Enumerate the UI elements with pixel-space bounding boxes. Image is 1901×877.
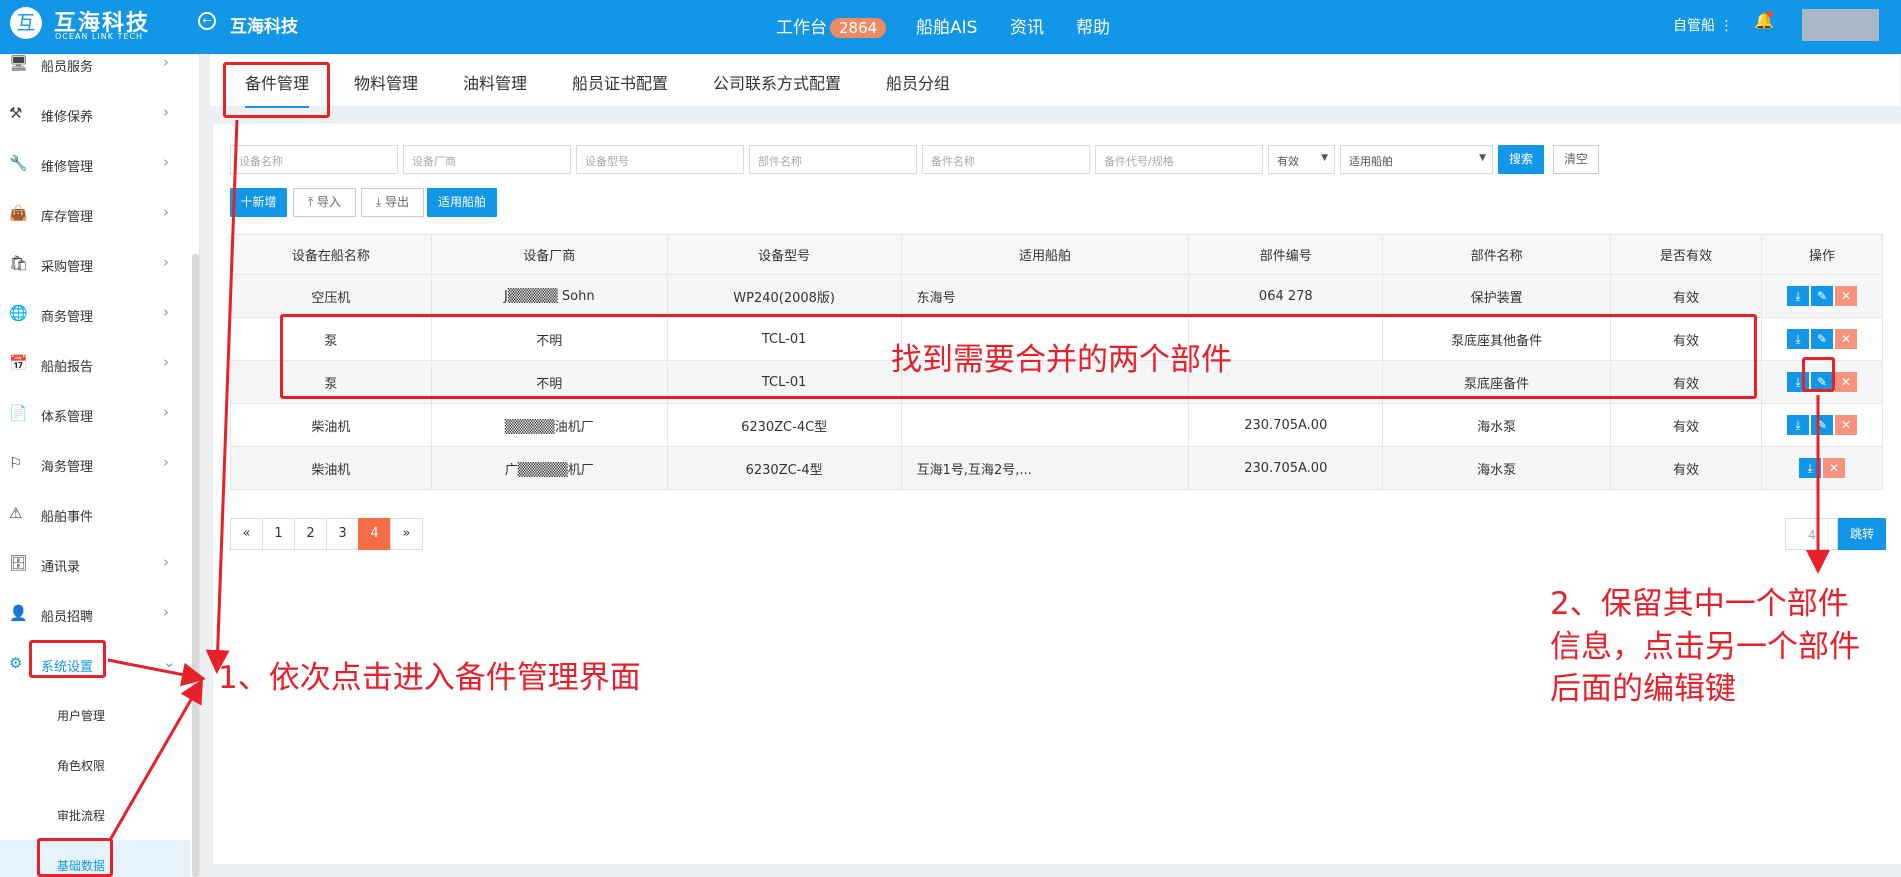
annotation-merge-note: 找到需要合并的两个部件 <box>891 342 1232 378</box>
arrow-basic-data-to-step1 <box>108 678 203 841</box>
annotation-step2-line2: 信息，点击另一个部件 <box>1550 629 1860 665</box>
arrow-tab-to-step1 <box>205 119 239 674</box>
annotation-step1: 1、依次点击进入备件管理界面 <box>218 660 641 696</box>
annotation-step2-line1: 2、保留其中一个部件 <box>1550 586 1849 622</box>
arrow-settings-to-step1 <box>107 658 206 687</box>
annotation-arrows <box>107 119 1830 841</box>
annotation-step2-line3: 后面的编辑键 <box>1550 671 1736 707</box>
